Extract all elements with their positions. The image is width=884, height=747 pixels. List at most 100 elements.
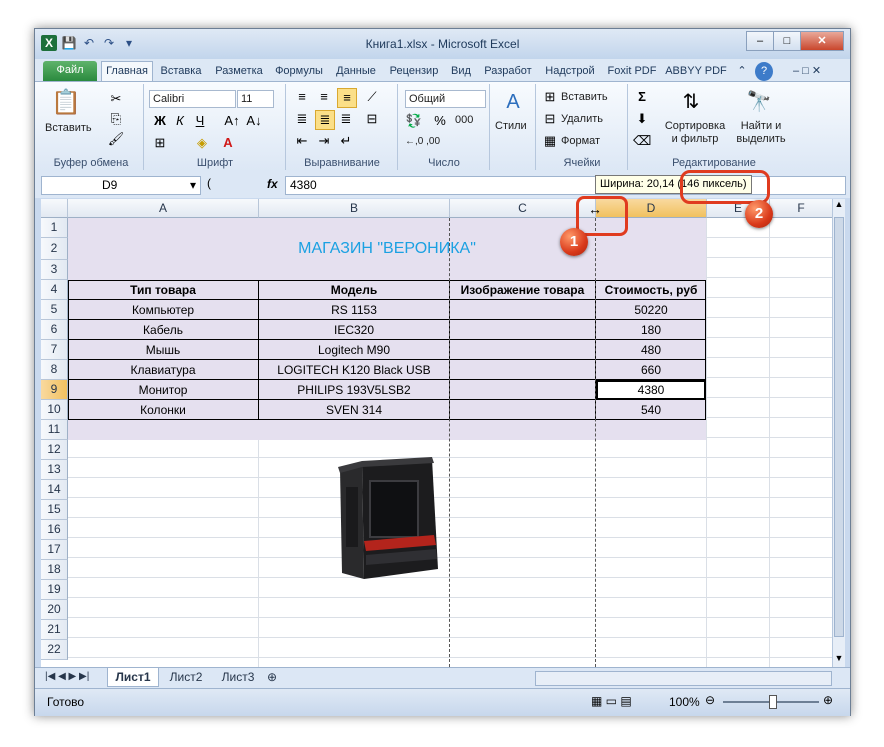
header-cell[interactable]: Стоимость, руб bbox=[596, 280, 706, 300]
insert-cells-icon[interactable]: ⊞ bbox=[541, 88, 559, 106]
row-header[interactable]: 6 bbox=[41, 320, 68, 340]
active-cell-d9[interactable]: 4380 bbox=[596, 380, 706, 400]
format-cells-icon[interactable]: ▦ bbox=[541, 132, 559, 150]
maximize-button[interactable]: □ bbox=[773, 31, 801, 51]
tab-addins[interactable]: Надстрой bbox=[541, 62, 599, 81]
grow-font-icon[interactable]: A↑ bbox=[223, 112, 241, 130]
row-header[interactable]: 14 bbox=[41, 480, 68, 500]
computer-case-image[interactable] bbox=[334, 457, 444, 583]
tab-data[interactable]: Данные bbox=[331, 62, 381, 81]
tab-insert[interactable]: Вставка bbox=[155, 62, 207, 81]
column-header-a[interactable]: A bbox=[68, 199, 259, 218]
decrease-indent-icon[interactable]: ⇤ bbox=[293, 132, 311, 150]
row-header[interactable]: 16 bbox=[41, 520, 68, 540]
row-header[interactable]: 18 bbox=[41, 560, 68, 580]
sort-filter-icon[interactable]: ⇅ bbox=[677, 88, 705, 116]
percent-button[interactable]: % bbox=[431, 112, 449, 130]
paste-icon[interactable]: 📋 bbox=[51, 88, 81, 118]
tab-view[interactable]: Вид bbox=[447, 62, 475, 81]
help-icon[interactable]: ? bbox=[755, 62, 773, 81]
zoom-in-icon[interactable]: ⊕ bbox=[823, 693, 833, 707]
workbook-controls[interactable]: – □ ✕ bbox=[777, 62, 837, 81]
row-header[interactable]: 22 bbox=[41, 640, 68, 660]
align-right-icon[interactable]: ≣ bbox=[337, 110, 355, 128]
orientation-icon[interactable]: ⟋ bbox=[363, 88, 381, 106]
binoculars-icon[interactable]: 🔭 bbox=[745, 88, 773, 116]
tab-review[interactable]: Рецензир bbox=[385, 62, 443, 81]
row-header[interactable]: 21 bbox=[41, 620, 68, 640]
vertical-scrollbar[interactable]: ▲ ▼ bbox=[832, 199, 845, 667]
styles-icon[interactable]: A bbox=[501, 90, 525, 114]
insert-function-button[interactable]: fx bbox=[267, 177, 278, 191]
styles-button[interactable]: Стили bbox=[495, 120, 527, 132]
font-color-button[interactable]: A bbox=[219, 134, 237, 152]
thousands-button[interactable]: 000 bbox=[455, 114, 473, 126]
tab-file[interactable]: Файл bbox=[43, 61, 97, 81]
row-header[interactable]: 8 bbox=[41, 360, 68, 380]
sheet-tab-list2[interactable]: Лист2 bbox=[163, 668, 209, 686]
format-cells-button[interactable]: Формат bbox=[561, 135, 600, 147]
table-cell[interactable]: Мышь bbox=[68, 340, 259, 360]
table-cell[interactable]: PHILIPS 193V5LSB2 bbox=[259, 380, 450, 400]
column-header-c[interactable]: C bbox=[450, 199, 596, 218]
table-cell[interactable]: 540 bbox=[596, 400, 706, 420]
table-cell[interactable]: 660 bbox=[596, 360, 706, 380]
column-header-f[interactable]: F bbox=[770, 199, 832, 218]
chevron-down-icon[interactable]: ▾ bbox=[190, 177, 196, 194]
table-cell[interactable]: Клавиатура bbox=[68, 360, 259, 380]
number-format-select[interactable]: Общий bbox=[405, 90, 486, 108]
tab-foxit[interactable]: Foxit PDF bbox=[603, 62, 661, 81]
delete-cells-button[interactable]: Удалить bbox=[561, 113, 603, 125]
row-header[interactable]: 3 bbox=[41, 260, 68, 280]
table-cell[interactable] bbox=[450, 400, 596, 420]
zoom-out-icon[interactable]: ⊖ bbox=[705, 693, 715, 707]
row-header[interactable]: 20 bbox=[41, 600, 68, 620]
shrink-font-icon[interactable]: A↓ bbox=[245, 112, 263, 130]
table-cell[interactable] bbox=[450, 300, 596, 320]
horizontal-scrollbar[interactable] bbox=[535, 671, 832, 686]
wrap-text-icon[interactable]: ↵ bbox=[337, 132, 355, 150]
row-header[interactable]: 5 bbox=[41, 300, 68, 320]
row-header[interactable]: 11 bbox=[41, 420, 68, 440]
zoom-level[interactable]: 100% bbox=[669, 695, 700, 709]
row-header[interactable]: 15 bbox=[41, 500, 68, 520]
tab-abbyy[interactable]: ABBYY PDF bbox=[665, 62, 727, 81]
row-header[interactable]: 10 bbox=[41, 400, 68, 420]
header-cell[interactable]: Изображение товара bbox=[450, 280, 596, 300]
table-cell[interactable]: 480 bbox=[596, 340, 706, 360]
select-all-corner[interactable] bbox=[41, 199, 68, 218]
table-cell[interactable] bbox=[450, 360, 596, 380]
minimize-button[interactable]: – bbox=[746, 31, 774, 51]
fill-icon[interactable]: ⬇ bbox=[633, 110, 651, 128]
bold-button[interactable]: Ж bbox=[151, 112, 169, 130]
scroll-down-icon[interactable]: ▼ bbox=[833, 653, 845, 667]
tab-formulas[interactable]: Формулы bbox=[271, 62, 327, 81]
increase-indent-icon[interactable]: ⇥ bbox=[315, 132, 333, 150]
name-box[interactable]: D9 ▾ bbox=[41, 176, 201, 195]
table-cell[interactable]: LOGITECH K120 Black USB bbox=[259, 360, 450, 380]
scroll-thumb[interactable] bbox=[834, 217, 844, 637]
table-cell[interactable] bbox=[450, 340, 596, 360]
row-header[interactable]: 12 bbox=[41, 440, 68, 460]
worksheet-grid[interactable]: A B C D E F 1 2 3 4 5 6 7 8 9 10 11 12 1… bbox=[41, 199, 832, 667]
table-cell[interactable]: IEC320 bbox=[259, 320, 450, 340]
paste-button[interactable]: Вставить bbox=[45, 122, 92, 134]
align-bottom-icon[interactable]: ≡ bbox=[337, 88, 357, 108]
table-cell[interactable]: Компьютер bbox=[68, 300, 259, 320]
zoom-slider-thumb[interactable] bbox=[769, 695, 777, 709]
column-header-b[interactable]: B bbox=[259, 199, 450, 218]
sort-filter-button[interactable]: Сортировка и фильтр bbox=[663, 120, 727, 146]
table-cell[interactable]: 180 bbox=[596, 320, 706, 340]
row-header[interactable]: 2 bbox=[41, 238, 68, 260]
sheet-nav-icons[interactable]: |◀ ◀ ▶ ▶| bbox=[45, 668, 89, 686]
insert-sheet-icon[interactable]: ⊕ bbox=[267, 668, 277, 686]
delete-cells-icon[interactable]: ⊟ bbox=[541, 110, 559, 128]
table-cell[interactable]: Кабель bbox=[68, 320, 259, 340]
sheet-tab-list3[interactable]: Лист3 bbox=[215, 668, 261, 686]
italic-button[interactable]: К bbox=[171, 112, 189, 130]
fill-color-icon[interactable]: ◈ bbox=[193, 134, 211, 152]
row-header[interactable]: 9 bbox=[41, 380, 68, 400]
table-cell[interactable]: Logitech M90 bbox=[259, 340, 450, 360]
ribbon-minimize-icon[interactable]: ⌃ bbox=[733, 62, 751, 81]
find-select-button[interactable]: Найти и выделить bbox=[735, 120, 787, 146]
